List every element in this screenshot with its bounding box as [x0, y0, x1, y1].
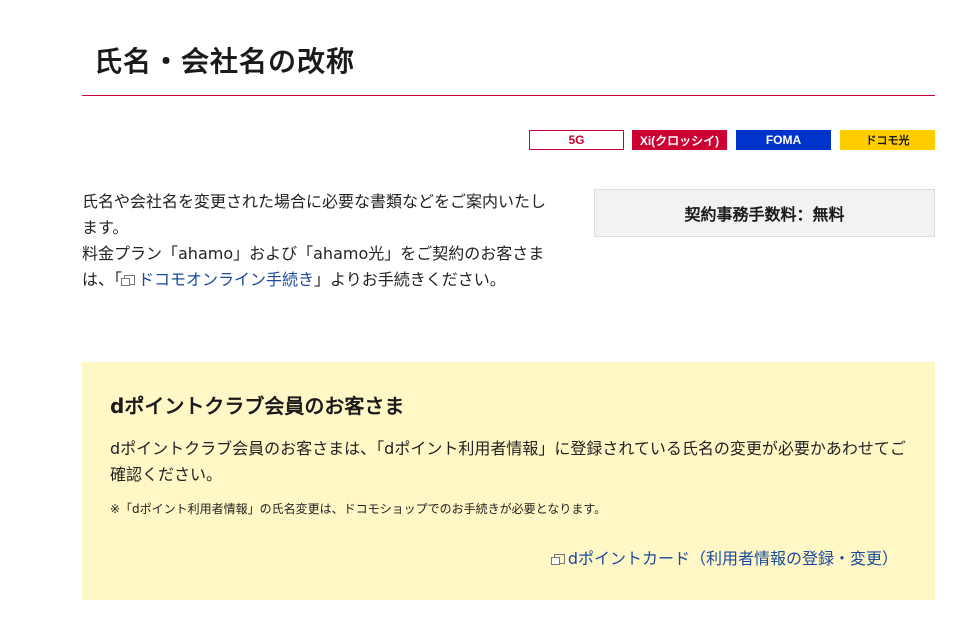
fee-box: 契約事務手数料：無料 [594, 189, 935, 237]
title-divider [82, 95, 935, 96]
dpoint-card-link-label: dポイントカード（利用者情報の登録・変更） [567, 549, 898, 568]
intro-text: 氏名や会社名を変更された場合に必要な書類などをご案内いたします。 料金プラン「a… [82, 189, 552, 293]
intro-line-2: 料金プラン「ahamo」および「ahamo光」をご契約のお客さまは、「 ドコモオン… [82, 241, 552, 293]
external-link-icon [121, 274, 136, 286]
notice-note: ※「dポイント利用者情報」の氏名変更は、ドコモショップでのお手続きが必要となりま… [110, 502, 607, 516]
notice-link-row: dポイントカード（利用者情報の登録・変更） [550, 548, 898, 570]
intro-line-2-suffix: 」よりお手続きください。 [314, 270, 506, 289]
docomo-online-procedure-link[interactable]: ドコモオンライン手続き [121, 270, 315, 289]
dpoint-notice-box: dポイントクラブ会員のお客さま dポイントクラブ会員のお客さまは、「dポイント利… [82, 362, 935, 600]
badge-xi: Xi(クロッシイ) [632, 130, 727, 150]
page-title: 氏名・会社名の改称 [94, 45, 356, 78]
fee-label: 契約事務手数料：無料 [684, 205, 845, 224]
dpoint-card-link[interactable]: dポイントカード（利用者情報の登録・変更） [550, 549, 898, 568]
badge-docomo-hikari: ドコモ光 [840, 130, 935, 150]
badge-5g: 5G [529, 130, 624, 150]
docomo-online-procedure-link-label: ドコモオンライン手続き [138, 270, 315, 289]
notice-title: dポイントクラブ会員のお客さま [110, 394, 405, 418]
page: 氏名・会社名の改称 5G Xi(クロッシイ) FOMA ドコモ光 氏名や会社名を… [0, 0, 960, 638]
external-link-icon [550, 553, 565, 565]
badge-foma: FOMA [736, 130, 831, 150]
intro-line-1: 氏名や会社名を変更された場合に必要な書類などをご案内いたします。 [82, 192, 547, 237]
notice-body: dポイントクラブ会員のお客さまは、「dポイント利用者情報」に登録されている氏名の… [110, 439, 906, 484]
